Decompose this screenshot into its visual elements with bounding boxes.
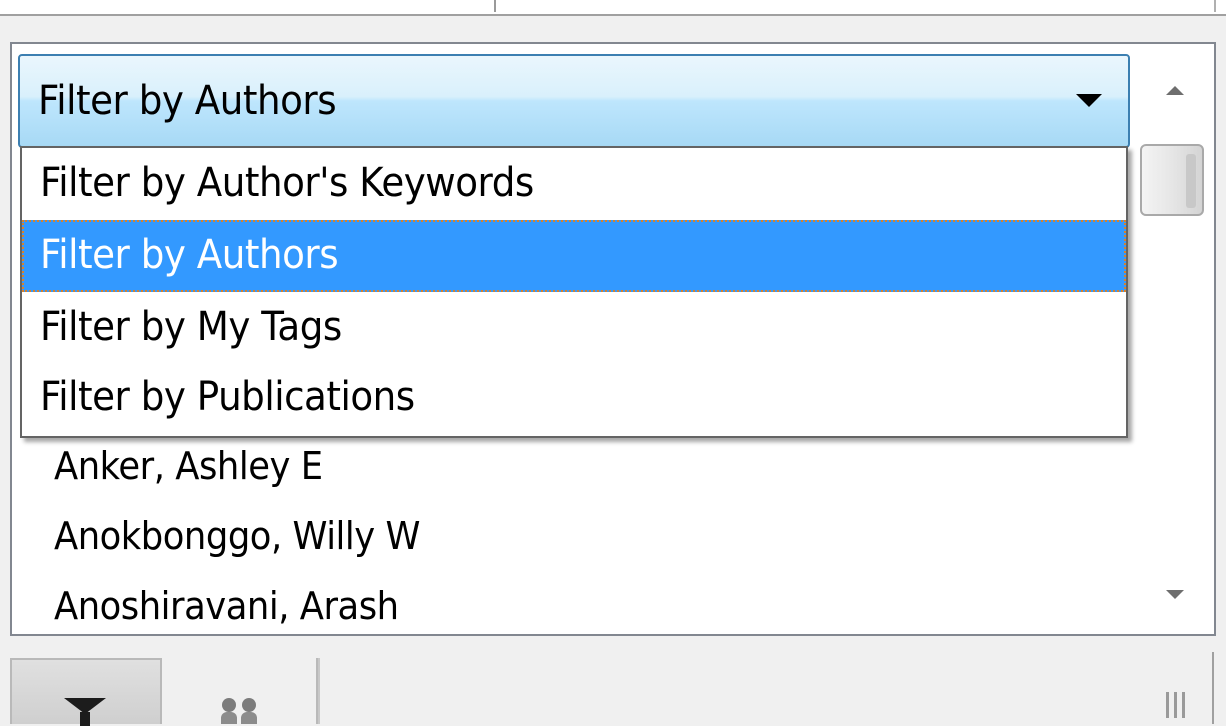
list-item-author[interactable]: Anoshiravani, Arash: [54, 584, 399, 628]
triangle-up-icon: [1166, 86, 1184, 95]
splitter-mark: [494, 0, 496, 12]
list-item-author[interactable]: Anokbonggo, Willy W: [54, 514, 420, 558]
option-label: Filter by Authors: [40, 232, 339, 278]
people-icon-head-1: [222, 698, 236, 712]
filter-combobox[interactable]: Filter by Authors: [18, 54, 1130, 148]
window-right-edge: [1212, 652, 1214, 724]
option-label: Filter by Author's Keywords: [40, 160, 534, 206]
resize-grip-icon[interactable]: [1166, 692, 1188, 718]
scroll-thumb[interactable]: [1140, 144, 1204, 216]
option-filter-by-authors[interactable]: Filter by Authors: [22, 220, 1126, 292]
option-filter-by-my-tags[interactable]: Filter by My Tags: [22, 292, 1126, 364]
filter-tab-button[interactable]: [10, 658, 162, 726]
dropdown-arrow-icon[interactable]: [1076, 94, 1102, 107]
filter-dropdown-list: Filter by Author's Keywords Filter by Au…: [20, 146, 1128, 438]
option-label: Filter by My Tags: [40, 304, 342, 350]
vertical-scrollbar[interactable]: [1136, 44, 1214, 634]
people-icon-head-2: [242, 698, 256, 712]
option-filter-by-publications[interactable]: Filter by Publications: [22, 362, 1126, 434]
list-item-author[interactable]: Anker, Ashley E: [54, 444, 323, 488]
splitter-mark-right: [1214, 0, 1216, 12]
option-label: Filter by Publications: [40, 374, 415, 420]
people-tab-button[interactable]: [168, 658, 318, 724]
people-icon-body-2: [241, 712, 257, 724]
bottom-toolbar: [0, 652, 1226, 726]
scroll-up-button[interactable]: [1136, 44, 1214, 140]
toolbar-spacer: [318, 658, 1214, 724]
triangle-down-icon: [1166, 590, 1184, 599]
combobox-selected-value: Filter by Authors: [38, 78, 337, 124]
thumb-grip: [1186, 154, 1196, 208]
previous-panel-edge: [0, 0, 1226, 16]
scroll-down-button[interactable]: [1136, 574, 1214, 634]
option-filter-by-authors-keywords[interactable]: Filter by Author's Keywords: [22, 148, 1126, 220]
people-icon-body-1: [221, 712, 237, 724]
